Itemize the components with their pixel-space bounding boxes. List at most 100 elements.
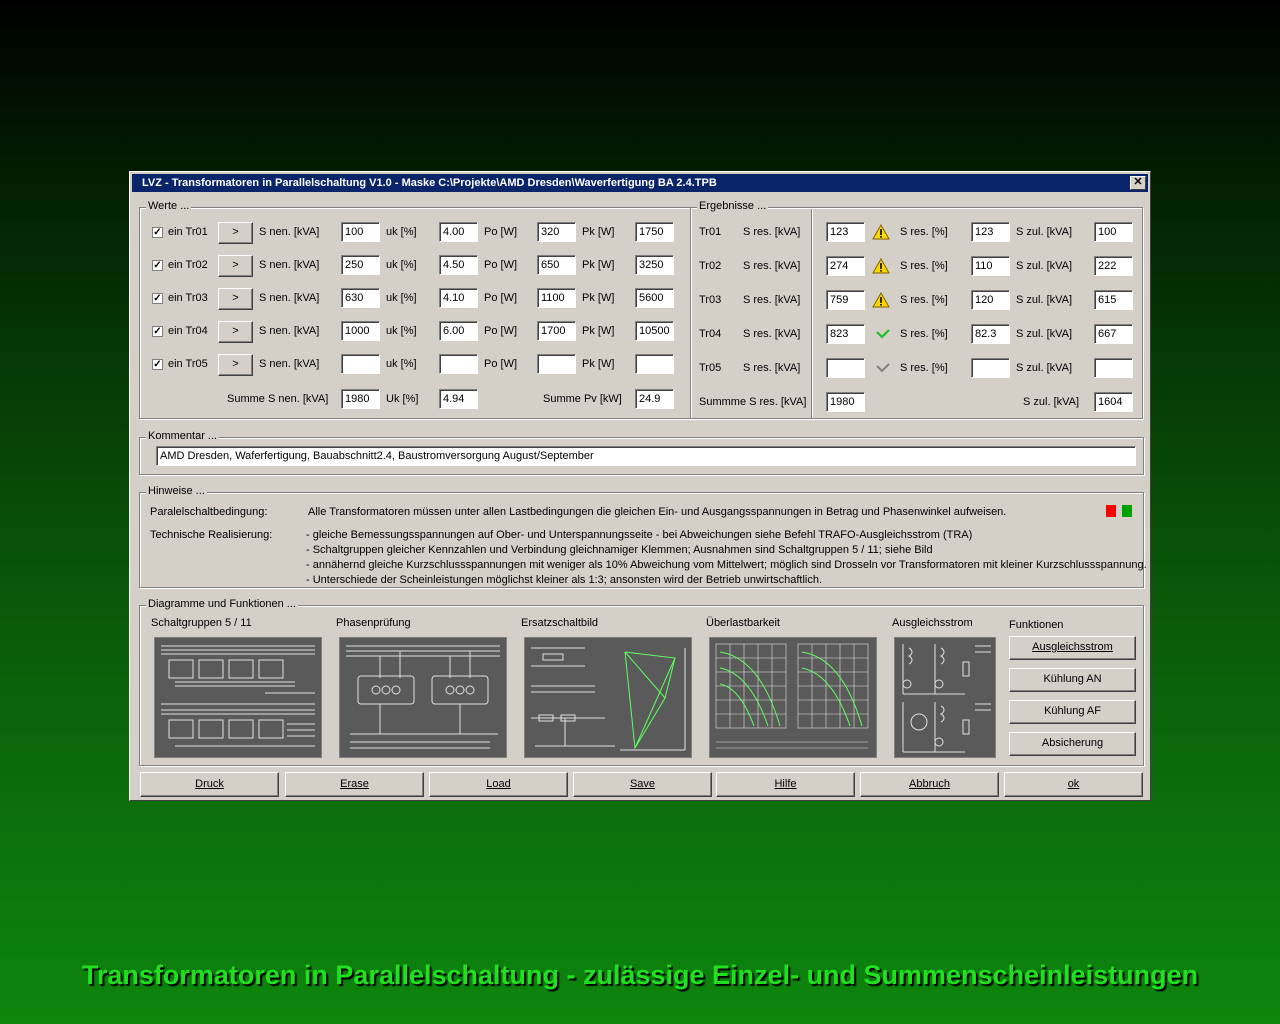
snen-field[interactable]: 100 bbox=[341, 222, 380, 242]
result-transformer-label: Tr04 bbox=[699, 328, 722, 340]
kuehlung-an-button[interactable]: Kühlung AN bbox=[1009, 668, 1136, 692]
sum-pv-field[interactable]: 24.9 bbox=[635, 389, 674, 409]
ausgleichsstrom-diagram[interactable] bbox=[894, 637, 996, 758]
po-field[interactable]: 320 bbox=[537, 222, 576, 242]
sres-percent-field[interactable] bbox=[971, 358, 1010, 378]
result-transformer-label: Tr03 bbox=[699, 294, 722, 306]
snen-label: S nen. [kVA] bbox=[259, 226, 320, 238]
bedingung-text: Alle Transformatoren müssen unter allen … bbox=[308, 506, 1007, 518]
result-transformer-label: Tr01 bbox=[699, 226, 722, 238]
uk-label: uk [%] bbox=[386, 325, 417, 337]
sres-percent-field[interactable]: 123 bbox=[971, 222, 1010, 242]
pk-label: Pk [W] bbox=[582, 325, 615, 337]
transformer-enable-label: ein Tr02 bbox=[168, 259, 208, 271]
uk-field[interactable]: 6.00 bbox=[439, 321, 478, 341]
pk-field[interactable]: 1750 bbox=[635, 222, 674, 242]
druck-button[interactable]: Druck bbox=[140, 772, 279, 797]
pk-field[interactable]: 3250 bbox=[635, 255, 674, 275]
transformer-detail-button[interactable]: > bbox=[218, 321, 253, 343]
uk-field[interactable]: 4.00 bbox=[439, 222, 478, 242]
enable-checkbox[interactable]: ✓ bbox=[152, 260, 163, 271]
sres-field[interactable]: 274 bbox=[826, 256, 865, 276]
absicherung-button-label: Absicherung bbox=[1041, 737, 1104, 749]
po-label: Po [W] bbox=[484, 358, 518, 370]
snen-field[interactable]: 1000 bbox=[341, 321, 380, 341]
po-field[interactable]: 1100 bbox=[537, 288, 576, 308]
szul-field[interactable]: 615 bbox=[1094, 290, 1133, 310]
hinweise-group: Hinweise ... Paralelschaltbedingung: All… bbox=[139, 485, 1147, 588]
kommentar-group: Kommentar ... AMD Dresden, Waferfertigun… bbox=[139, 430, 1144, 475]
hilfe-button[interactable]: Hilfe bbox=[716, 772, 855, 797]
warning-icon bbox=[872, 258, 890, 274]
snen-field[interactable] bbox=[341, 354, 380, 374]
snen-field[interactable]: 250 bbox=[341, 255, 380, 275]
sres-percent-field[interactable]: 82.3 bbox=[971, 324, 1010, 344]
po-field[interactable] bbox=[537, 354, 576, 374]
sres-percent-label: S res. [%] bbox=[900, 328, 948, 340]
uk-label: uk [%] bbox=[386, 292, 417, 304]
szul-field[interactable]: 222 bbox=[1094, 256, 1133, 276]
erase-button[interactable]: Erase bbox=[285, 772, 424, 797]
sres-percent-field[interactable]: 120 bbox=[971, 290, 1010, 310]
ersatzschaltbild-diagram[interactable] bbox=[524, 637, 692, 758]
uk-label: uk [%] bbox=[386, 259, 417, 271]
enable-checkbox[interactable]: ✓ bbox=[152, 359, 163, 370]
abbruch-button-label: Abbruch bbox=[909, 778, 950, 790]
transformer-detail-button[interactable]: > bbox=[218, 222, 253, 244]
kuehlung-af-button-label: Kühlung AF bbox=[1044, 705, 1101, 717]
uk-label: uk [%] bbox=[386, 226, 417, 238]
kommentar-input[interactable]: AMD Dresden, Waferfertigung, Bauabschnit… bbox=[156, 446, 1136, 466]
enable-checkbox[interactable]: ✓ bbox=[152, 293, 163, 304]
phasenpruefung-diagram[interactable] bbox=[339, 637, 507, 758]
sres-percent-label: S res. [%] bbox=[900, 294, 948, 306]
szul-label: S zul. [kVA] bbox=[1016, 328, 1073, 340]
load-button[interactable]: Load bbox=[429, 772, 568, 797]
absicherung-button[interactable]: Absicherung bbox=[1009, 732, 1136, 756]
sres-label: S res. [kVA] bbox=[743, 362, 801, 374]
realisierung-label: Technische Realisierung: bbox=[150, 529, 273, 541]
enable-checkbox[interactable]: ✓ bbox=[152, 326, 163, 337]
szul-field[interactable] bbox=[1094, 358, 1133, 378]
sres-field[interactable]: 123 bbox=[826, 222, 865, 242]
snen-label: S nen. [kVA] bbox=[259, 358, 320, 370]
abbruch-button[interactable]: Abbruch bbox=[860, 772, 999, 797]
close-button[interactable]: ✕ bbox=[1130, 176, 1146, 190]
bedingung-label: Paralelschaltbedingung: bbox=[150, 506, 268, 518]
schaltgruppen-diagram[interactable] bbox=[154, 637, 322, 758]
ok-button[interactable]: ok bbox=[1004, 772, 1143, 797]
pk-field[interactable]: 10500 bbox=[635, 321, 674, 341]
uk-field[interactable]: 4.10 bbox=[439, 288, 478, 308]
uk-field[interactable] bbox=[439, 354, 478, 374]
warning-icon bbox=[872, 224, 890, 240]
po-field[interactable]: 650 bbox=[537, 255, 576, 275]
sres-field[interactable] bbox=[826, 358, 865, 378]
kuehlung-af-button[interactable]: Kühlung AF bbox=[1009, 700, 1136, 724]
save-button[interactable]: Save bbox=[573, 772, 712, 797]
sum-uk-label: Uk [%] bbox=[386, 393, 419, 405]
funktionen-label: Funktionen bbox=[1009, 619, 1064, 631]
pk-field[interactable] bbox=[635, 354, 674, 374]
szul-field[interactable]: 100 bbox=[1094, 222, 1133, 242]
hilfe-button-label: Hilfe bbox=[774, 778, 797, 790]
snen-field[interactable]: 630 bbox=[341, 288, 380, 308]
sres-percent-field[interactable]: 110 bbox=[971, 256, 1010, 276]
uk-field[interactable]: 4.50 bbox=[439, 255, 478, 275]
snen-label: S nen. [kVA] bbox=[259, 259, 320, 271]
pk-field[interactable]: 5600 bbox=[635, 288, 674, 308]
ueberlastbarkeit-diagram[interactable] bbox=[709, 637, 877, 758]
enable-checkbox[interactable]: ✓ bbox=[152, 227, 163, 238]
sum-snen-field[interactable]: 1980 bbox=[341, 389, 380, 409]
sum-sres-field[interactable]: 1980 bbox=[826, 392, 865, 412]
po-field[interactable]: 1700 bbox=[537, 321, 576, 341]
transformer-detail-button[interactable]: > bbox=[218, 354, 253, 376]
sres-field[interactable]: 759 bbox=[826, 290, 865, 310]
sres-field[interactable]: 823 bbox=[826, 324, 865, 344]
window-title: LVZ - Transformatoren in Parallelschaltu… bbox=[142, 177, 717, 189]
sum-szul-field[interactable]: 1604 bbox=[1094, 392, 1133, 412]
ausgleichsstrom-button[interactable]: Ausgleichsstrom bbox=[1009, 636, 1136, 660]
transformer-detail-button[interactable]: > bbox=[218, 255, 253, 277]
sum-uk-field[interactable]: 4.94 bbox=[439, 389, 478, 409]
hint-line: - annähernd gleiche Kurzschlussspannunge… bbox=[306, 559, 1147, 571]
transformer-detail-button[interactable]: > bbox=[218, 288, 253, 310]
szul-field[interactable]: 667 bbox=[1094, 324, 1133, 344]
